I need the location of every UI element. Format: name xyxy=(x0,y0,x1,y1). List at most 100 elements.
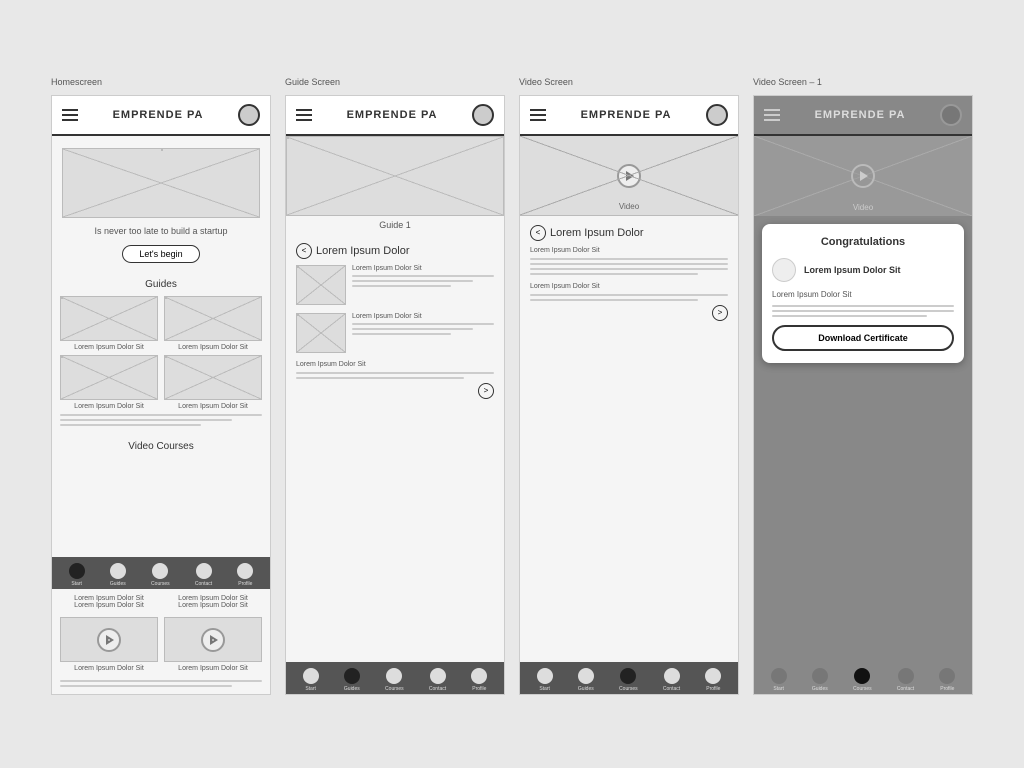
popup-subtitle: Lorem Ipsum Dolor Sit xyxy=(772,290,954,299)
popup-user-avatar xyxy=(772,258,796,282)
screen4-hamburger[interactable] xyxy=(764,109,780,121)
s4-nav-label-courses: Courses xyxy=(853,686,872,692)
popup-line-2 xyxy=(772,310,954,312)
s3-nav-circle-guides xyxy=(578,668,594,684)
nav-label-guides: Guides xyxy=(110,581,126,587)
s3line-4 xyxy=(530,273,698,275)
s4-nav-circle-contact xyxy=(898,668,914,684)
s4-nav-label-contact: Contact xyxy=(897,686,914,692)
text-line-3 xyxy=(60,424,201,426)
hamburger-icon[interactable] xyxy=(62,109,78,121)
screen1-header: EMPRENDE PA xyxy=(52,96,270,136)
download-certificate-button[interactable]: Download Certificate xyxy=(772,325,954,351)
screen4-play-icon[interactable] xyxy=(851,164,875,188)
s2-nav-label-start: Start xyxy=(305,686,316,692)
play-icon-1 xyxy=(97,628,121,652)
screen2-title: EMPRENDE PA xyxy=(347,109,438,121)
nav-item-courses[interactable]: Courses xyxy=(151,563,170,587)
guide-thumb-1 xyxy=(60,296,158,341)
screen3-header: EMPRENDE PA xyxy=(520,96,738,136)
s2-nav-contact[interactable]: Contact xyxy=(429,668,446,692)
s4-nav-guides[interactable]: Guides xyxy=(812,668,828,692)
screen3-back-icon[interactable]: < xyxy=(530,225,546,241)
s2-nav-start[interactable]: Start xyxy=(303,668,319,692)
s2-nav-courses[interactable]: Courses xyxy=(385,668,404,692)
video-thumb-2 xyxy=(164,617,262,662)
popup-user-name: Lorem Ipsum Dolor Sit xyxy=(804,265,901,275)
back-arrow-icon[interactable]: < xyxy=(296,243,312,259)
nav-item-contact[interactable]: Contact xyxy=(195,563,212,587)
s4-nav-circle-profile xyxy=(939,668,955,684)
s3fline-2 xyxy=(530,299,698,301)
guide-item-title-2: Lorem Ipsum Dolor Sit xyxy=(352,313,494,320)
video-thumb-label-1: Lorem Ipsum Dolor Sit xyxy=(60,665,158,672)
guide-label-4: Lorem Ipsum Dolor Sit xyxy=(164,403,262,410)
s2-nav-guides[interactable]: Guides xyxy=(344,668,360,692)
screen2-content: < Lorem Ipsum Dolor Lorem Ipsum Dolor Si… xyxy=(286,234,504,405)
screen1-label: Homescreen xyxy=(51,77,102,87)
screen2: EMPRENDE PA Guide 1 < Lorem Ipsum Dolor xyxy=(285,95,505,695)
screen2-hamburger[interactable] xyxy=(296,109,312,121)
screen4-video-hero: Video xyxy=(754,136,972,216)
guide-item-thumb-1 xyxy=(296,265,346,305)
guide-item-row-2: Lorem Ipsum Dolor Sit xyxy=(296,313,494,353)
gline-2 xyxy=(352,280,473,282)
s3-nav-courses[interactable]: Courses xyxy=(619,668,638,692)
congratulations-popup: Congratulations Lorem Ipsum Dolor Sit Lo… xyxy=(762,224,964,363)
back-button[interactable]: < Lorem Ipsum Dolor xyxy=(296,243,410,259)
guides-grid: Lorem Ipsum Dolor Sit Lorem Ipsum Dolor … xyxy=(52,296,270,351)
screen3-back-button[interactable]: < Lorem Ipsum Dolor xyxy=(530,225,644,241)
s2-nav-circle-contact xyxy=(430,668,446,684)
s4-nav-start[interactable]: Start xyxy=(771,668,787,692)
screen3-next-icon[interactable]: > xyxy=(712,305,728,321)
s4-nav-profile[interactable]: Profile xyxy=(939,668,955,692)
video-label-3: Lorem Ipsum Dolor Sit xyxy=(164,595,262,602)
s3-nav-label-courses: Courses xyxy=(619,686,638,692)
screen4: EMPRENDE PA Video Congratulations Lorem … xyxy=(753,95,973,695)
nav-item-profile[interactable]: Profile xyxy=(237,563,253,587)
nav-item-start[interactable]: Start xyxy=(69,563,85,587)
congrats-title: Congratulations xyxy=(772,236,954,248)
screen1-avatar xyxy=(238,104,260,126)
s3-nav-circle-start xyxy=(537,668,553,684)
play-icon-2 xyxy=(201,628,225,652)
screen2-wrapper: Guide Screen EMPRENDE PA Guide 1 < Lorem… xyxy=(285,95,505,695)
s4-nav-circle-guides xyxy=(812,668,828,684)
nav-label-start: Start xyxy=(71,581,82,587)
screen3-wrapper: Video Screen EMPRENDE PA Video xyxy=(519,95,739,695)
screen2-hero-wrapper: Guide 1 xyxy=(286,136,504,234)
guide-item-1: Lorem Ipsum Dolor Sit xyxy=(60,296,158,351)
s3-nav-guides[interactable]: Guides xyxy=(578,668,594,692)
s2-nav-profile[interactable]: Profile xyxy=(471,668,487,692)
lets-begin-button[interactable]: Let's begin xyxy=(122,245,199,263)
s4-nav-courses[interactable]: Courses xyxy=(853,668,872,692)
next-icon[interactable]: > xyxy=(478,383,494,399)
screen4-header: EMPRENDE PA xyxy=(754,96,972,136)
nav-item-guides[interactable]: Guides xyxy=(110,563,126,587)
video-courses-title: Video Courses xyxy=(52,441,270,452)
guides-title: Guides xyxy=(52,279,270,290)
video-thumb-1 xyxy=(60,617,158,662)
s3-nav-label-contact: Contact xyxy=(663,686,680,692)
s4-nav-contact[interactable]: Contact xyxy=(897,668,914,692)
s3-nav-contact[interactable]: Contact xyxy=(663,668,680,692)
gfooter-line-1 xyxy=(296,372,494,374)
s4-nav-circle-courses xyxy=(854,668,870,684)
hero-text: Is never too late to build a startup xyxy=(62,226,260,236)
s3line-3 xyxy=(530,268,728,270)
video-item-2: Lorem Ipsum Dolor Sit Lorem Ipsum Dolor … xyxy=(164,595,262,609)
screen3-hamburger[interactable] xyxy=(530,109,546,121)
nav-circle-contact xyxy=(196,563,212,579)
s3fline-1 xyxy=(530,294,728,296)
s4-nav-circle-start xyxy=(771,668,787,684)
nav-circle-start xyxy=(69,563,85,579)
screen3-label: Video Screen xyxy=(519,77,573,87)
gline-6 xyxy=(352,333,451,335)
screen3-content: < Lorem Ipsum Dolor Lorem Ipsum Dolor Si… xyxy=(520,216,738,327)
screen1-bottom-nav: Start Guides Courses Contact Profile xyxy=(52,557,270,589)
s3-nav-start[interactable]: Start xyxy=(537,668,553,692)
guide-footer-text: Lorem Ipsum Dolor Sit xyxy=(296,361,494,368)
user-row: Lorem Ipsum Dolor Sit xyxy=(772,258,954,282)
screen3-heading: Lorem Ipsum Dolor xyxy=(550,227,644,239)
s3-nav-profile[interactable]: Profile xyxy=(705,668,721,692)
